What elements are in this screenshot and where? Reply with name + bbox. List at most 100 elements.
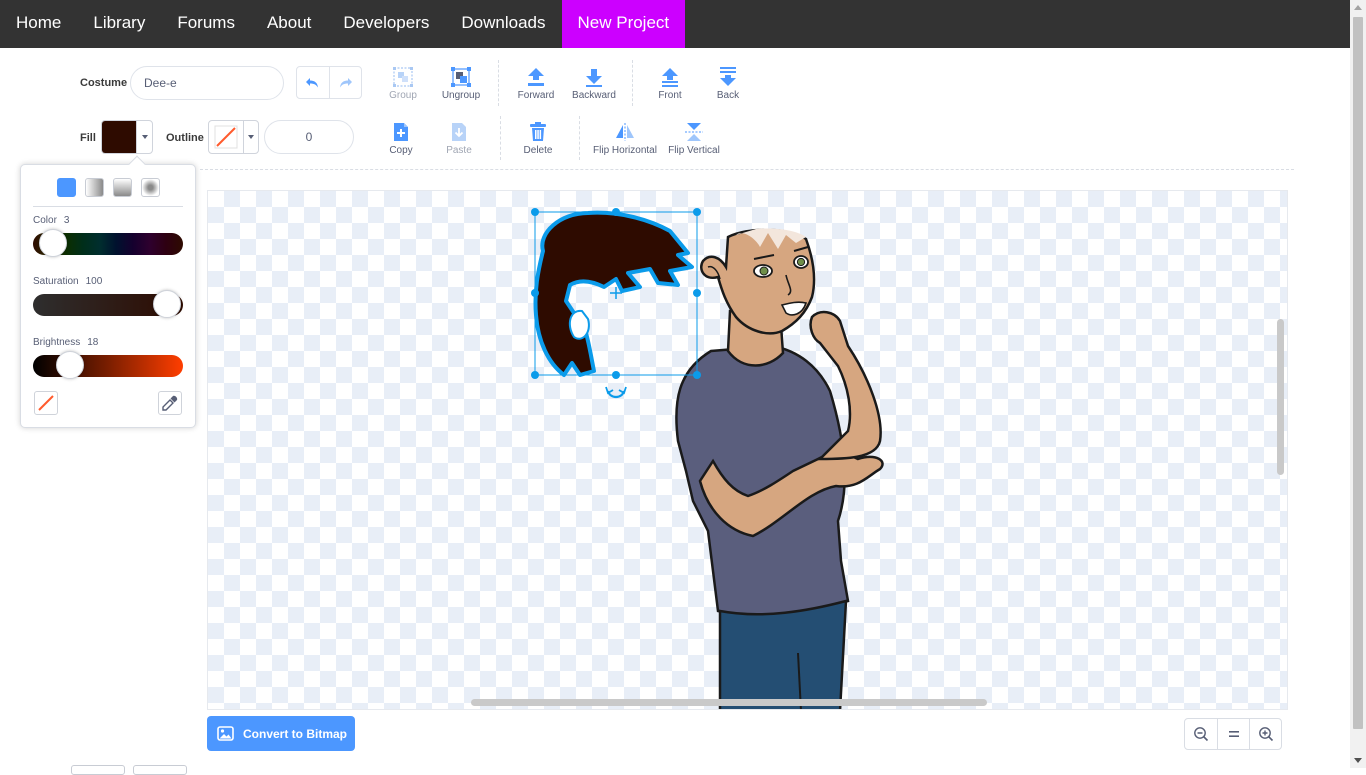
solid-fill-button[interactable]	[57, 178, 76, 197]
no-color-swatch	[209, 121, 243, 153]
trash-icon	[530, 122, 546, 141]
undo-button[interactable]	[297, 67, 329, 98]
color-label: Color	[33, 215, 57, 226]
no-color-icon	[214, 125, 238, 149]
toolbar-bottom-divider	[200, 169, 1294, 170]
character-artwork	[531, 208, 884, 709]
radial-gradient-button[interactable]	[141, 178, 160, 197]
canvas-vertical-scrollbar[interactable]	[1277, 319, 1284, 475]
brightness-label: Brightness	[33, 337, 81, 348]
saturation-label: Saturation	[33, 276, 79, 287]
fill-color-button[interactable]	[101, 120, 153, 154]
paste-button[interactable]: Paste	[424, 121, 494, 156]
eyedropper-icon	[162, 395, 178, 411]
popover-divider	[33, 206, 183, 207]
canvas-horizontal-scrollbar[interactable]	[471, 699, 987, 706]
outline-width-input[interactable]	[264, 120, 354, 154]
flip-vertical-icon	[685, 123, 703, 141]
redo-icon	[340, 77, 353, 87]
color-slider-label: Color 3	[33, 215, 69, 226]
costume-name-input[interactable]	[130, 66, 284, 100]
bottom-tab-stub[interactable]	[71, 765, 125, 775]
redo-button[interactable]	[328, 67, 361, 98]
delete-button[interactable]: Delete	[503, 121, 573, 156]
zoom-out-icon	[1194, 727, 1209, 742]
zoom-controls	[1184, 718, 1282, 750]
horizontal-gradient-button[interactable]	[85, 178, 104, 197]
color-slider[interactable]	[33, 229, 183, 257]
zoom-in-icon	[1258, 727, 1273, 742]
brightness-value: 18	[87, 337, 99, 348]
nav-forums[interactable]: Forums	[161, 0, 251, 48]
flip-vertical-button[interactable]: Flip Vertical	[659, 121, 729, 156]
vertical-gradient-button[interactable]	[113, 178, 132, 197]
no-color-icon	[38, 395, 54, 411]
toolbar-divider	[498, 60, 499, 106]
front-icon	[662, 68, 678, 87]
paste-label: Paste	[446, 145, 472, 156]
fill-mode-row	[57, 178, 160, 197]
ungroup-label: Ungroup	[441, 90, 481, 101]
backward-label: Backward	[572, 90, 616, 101]
top-nav: Home Library Forums About Developers Dow…	[0, 0, 1350, 48]
ungroup-button[interactable]: Ungroup	[426, 66, 496, 101]
undo-icon	[305, 77, 318, 87]
outline-color-button[interactable]	[208, 120, 259, 154]
back-button[interactable]: Back	[693, 66, 763, 101]
outline-label: Outline	[166, 132, 204, 144]
nav-developers[interactable]: Developers	[327, 0, 445, 48]
bottom-tab-stub[interactable]	[133, 765, 187, 775]
forward-icon	[528, 68, 544, 86]
selected-hair-shape[interactable]	[533, 210, 694, 377]
equals-icon	[1228, 731, 1239, 737]
zoom-out-button[interactable]	[1185, 719, 1217, 749]
nav-about[interactable]: About	[251, 0, 327, 48]
saturation-slider-label: Saturation 100	[33, 276, 102, 287]
delete-label: Delete	[523, 145, 553, 156]
paint-canvas[interactable]	[207, 190, 1288, 710]
nav-downloads[interactable]: Downloads	[445, 0, 561, 48]
flip-horizontal-button[interactable]: Flip Horizontal	[590, 121, 660, 156]
color-slider-knob[interactable]	[38, 229, 67, 257]
image-icon	[217, 726, 234, 741]
costume-label: Costume	[80, 77, 128, 89]
group-icon	[393, 67, 413, 87]
brightness-slider[interactable]	[33, 351, 183, 379]
head-shape	[700, 228, 816, 335]
chevron-down-icon	[136, 121, 152, 153]
copy-icon	[394, 123, 408, 141]
fill-label: Fill	[80, 132, 96, 144]
jeans-shape	[718, 599, 848, 709]
zoom-in-button[interactable]	[1249, 719, 1281, 749]
color-value: 3	[63, 215, 70, 226]
fill-color-swatch	[102, 121, 136, 153]
nav-home[interactable]: Home	[0, 0, 77, 48]
undo-redo-group	[296, 66, 362, 99]
back-icon	[720, 67, 736, 86]
ungroup-icon	[451, 67, 471, 87]
page-scrollbar-thumb[interactable]	[1353, 17, 1363, 729]
saturation-slider[interactable]	[33, 290, 183, 318]
eyedropper-button[interactable]	[158, 391, 182, 415]
nav-library[interactable]: Library	[77, 0, 161, 48]
convert-to-bitmap-button[interactable]: Convert to Bitmap	[207, 716, 355, 751]
color-picker-popover: Color 3 Saturation 100 Brightness 18	[20, 155, 196, 428]
no-color-button[interactable]	[34, 391, 58, 415]
back-label: Back	[716, 90, 740, 101]
brightness-slider-knob[interactable]	[56, 351, 85, 379]
brightness-slider-label: Brightness 18	[33, 337, 98, 348]
convert-to-bitmap-label: Convert to Bitmap	[243, 726, 348, 741]
toolbar-divider	[632, 60, 633, 106]
paste-icon	[452, 123, 466, 141]
scroll-up-icon[interactable]	[1354, 5, 1362, 10]
page-scrollbar[interactable]	[1350, 0, 1366, 768]
nav-new-project[interactable]: New Project	[561, 0, 686, 48]
saturation-slider-knob[interactable]	[153, 290, 181, 318]
toolbar-divider	[500, 116, 501, 160]
scroll-down-icon[interactable]	[1354, 758, 1362, 763]
saturation-value: 100	[85, 276, 103, 287]
flip-vertical-label: Flip Vertical	[668, 145, 720, 156]
backward-button[interactable]: Backward	[559, 66, 629, 101]
zoom-reset-button[interactable]	[1217, 719, 1249, 749]
popover-caret	[128, 155, 146, 173]
